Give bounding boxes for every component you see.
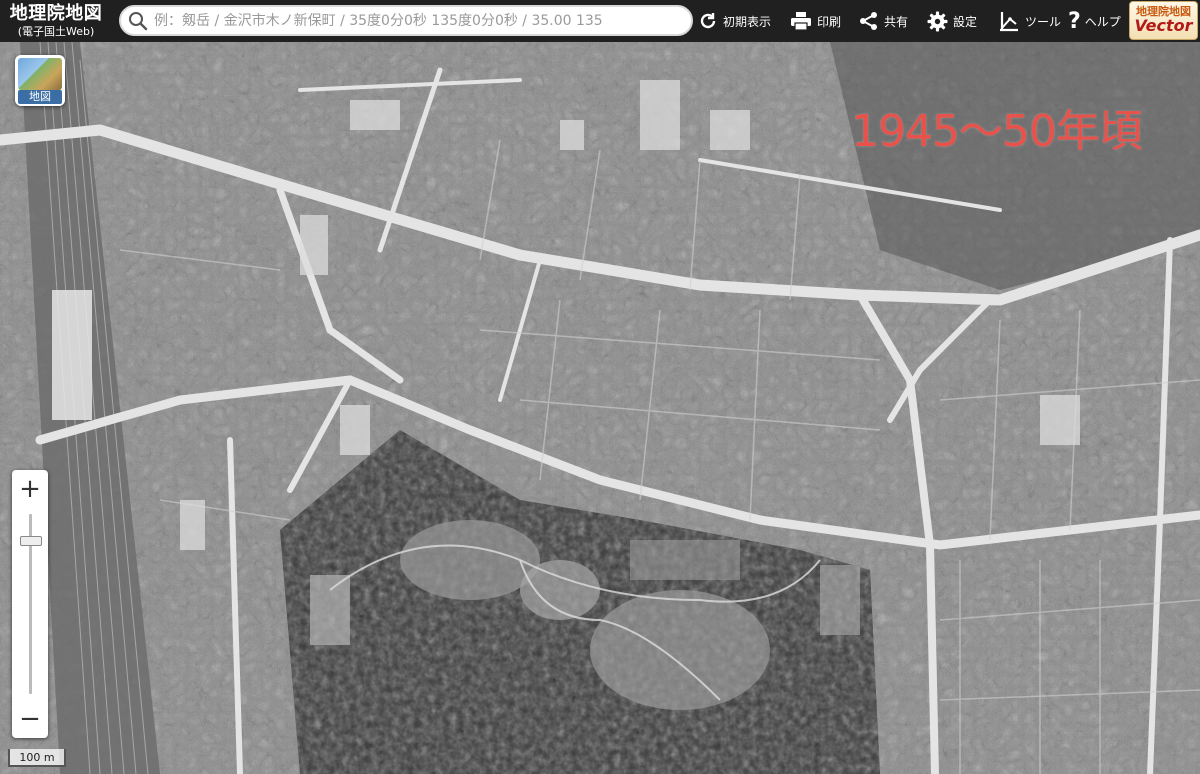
tools-icon [1000, 12, 1018, 32]
reset-view-button[interactable]: 初期表示 [698, 0, 771, 42]
vector-button[interactable]: 地理院地図 Vector [1129, 1, 1198, 40]
scale-bar: 100 m [8, 749, 66, 767]
print-button[interactable]: 印刷 [790, 0, 841, 42]
layer-toggle-label: 地図 [18, 90, 62, 104]
reset-label: 初期表示 [723, 14, 772, 29]
layer-toggle-button[interactable]: 地図 [15, 55, 65, 106]
zoom-control: + − [12, 470, 48, 738]
search-input[interactable] [152, 11, 691, 30]
map-layer-thumbnail [18, 58, 62, 90]
vector-button-label: Vector [1134, 16, 1193, 36]
search-icon [129, 11, 148, 30]
era-overlay-label: 1945〜50年頃 [851, 106, 1143, 157]
share-label: 共有 [884, 14, 909, 29]
zoom-out-button[interactable]: − [12, 702, 48, 736]
zoom-in-button[interactable]: + [12, 472, 48, 506]
help-icon: ? [1068, 8, 1081, 34]
header-bar: 地理院地図 (電子国土Web) 初期表示 印刷 共有 [0, 0, 1200, 42]
search-box[interactable] [119, 5, 693, 36]
reset-icon [700, 13, 716, 29]
settings-label: 設定 [953, 14, 978, 29]
gear-icon [927, 11, 948, 31]
print-label: 印刷 [817, 14, 842, 29]
share-button[interactable]: 共有 [859, 0, 908, 42]
share-icon [860, 12, 877, 30]
app-subtitle: (電子国土Web) [17, 25, 95, 38]
tools-button[interactable]: ツール [998, 0, 1061, 42]
app-logo[interactable]: 地理院地図 (電子国土Web) [0, 0, 112, 42]
zoom-slider-handle[interactable] [20, 535, 42, 546]
app-title: 地理院地図 [9, 3, 103, 24]
help-label: ヘルプ [1084, 14, 1121, 29]
help-button[interactable]: ? ヘルプ [1068, 0, 1121, 42]
map-canvas[interactable]: 地図 1945〜50年頃 + − 100 m [0, 42, 1200, 774]
tools-label: ツール [1025, 14, 1062, 29]
printer-icon [791, 12, 811, 31]
settings-button[interactable]: 設定 [927, 0, 977, 42]
